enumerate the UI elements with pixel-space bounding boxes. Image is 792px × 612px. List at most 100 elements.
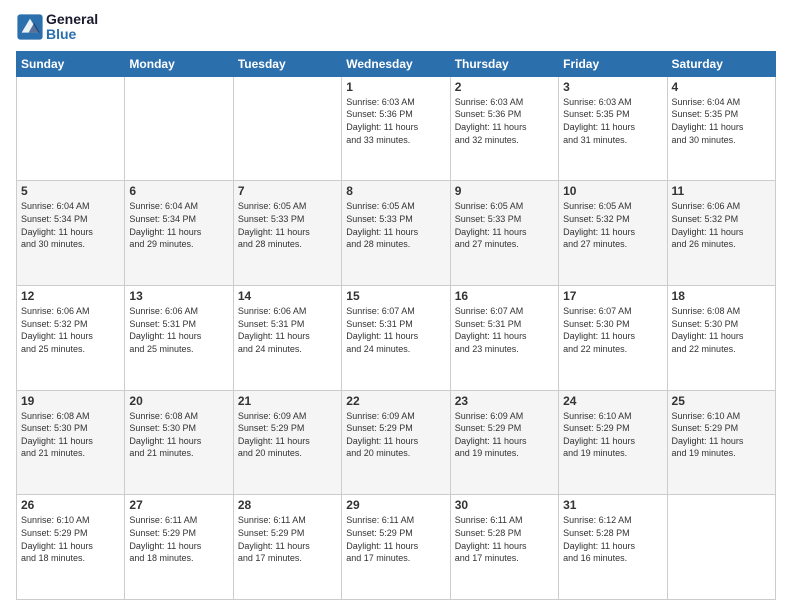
cell-info: Sunrise: 6:03 AMSunset: 5:35 PMDaylight:… — [563, 96, 662, 146]
daylight-hours: Daylight: 11 hours — [238, 330, 337, 343]
sun-time: and 25 minutes. — [129, 343, 228, 356]
calendar-cell: 21Sunrise: 6:09 AMSunset: 5:29 PMDayligh… — [233, 390, 341, 495]
sun-time: and 19 minutes. — [563, 447, 662, 460]
cell-info: Sunrise: 6:08 AMSunset: 5:30 PMDaylight:… — [21, 410, 120, 460]
sun-time: Sunset: 5:30 PM — [672, 318, 771, 331]
cell-info: Sunrise: 6:08 AMSunset: 5:30 PMDaylight:… — [129, 410, 228, 460]
cell-info: Sunrise: 6:05 AMSunset: 5:33 PMDaylight:… — [346, 200, 445, 250]
sun-time: and 27 minutes. — [455, 238, 554, 251]
sun-time: Sunrise: 6:08 AM — [21, 410, 120, 423]
day-number: 11 — [672, 184, 771, 198]
day-number: 26 — [21, 498, 120, 512]
sun-time: Sunrise: 6:07 AM — [563, 305, 662, 318]
calendar-week-3: 19Sunrise: 6:08 AMSunset: 5:30 PMDayligh… — [17, 390, 776, 495]
calendar-cell: 4Sunrise: 6:04 AMSunset: 5:35 PMDaylight… — [667, 76, 775, 181]
cell-info: Sunrise: 6:06 AMSunset: 5:32 PMDaylight:… — [21, 305, 120, 355]
daylight-hours: Daylight: 11 hours — [455, 226, 554, 239]
sun-time: and 31 minutes. — [563, 134, 662, 147]
day-number: 23 — [455, 394, 554, 408]
calendar-cell: 6Sunrise: 6:04 AMSunset: 5:34 PMDaylight… — [125, 181, 233, 286]
sun-time: Sunrise: 6:09 AM — [346, 410, 445, 423]
daylight-hours: Daylight: 11 hours — [563, 226, 662, 239]
sun-time: and 17 minutes. — [346, 552, 445, 565]
day-number: 5 — [21, 184, 120, 198]
sun-time: Sunset: 5:31 PM — [346, 318, 445, 331]
sun-time: Sunset: 5:30 PM — [563, 318, 662, 331]
cell-info: Sunrise: 6:05 AMSunset: 5:33 PMDaylight:… — [455, 200, 554, 250]
sun-time: Sunrise: 6:11 AM — [346, 514, 445, 527]
daylight-hours: Daylight: 11 hours — [455, 435, 554, 448]
daylight-hours: Daylight: 11 hours — [346, 540, 445, 553]
day-number: 10 — [563, 184, 662, 198]
col-header-saturday: Saturday — [667, 51, 775, 76]
sun-time: and 16 minutes. — [563, 552, 662, 565]
cell-info: Sunrise: 6:03 AMSunset: 5:36 PMDaylight:… — [455, 96, 554, 146]
daylight-hours: Daylight: 11 hours — [346, 330, 445, 343]
cell-info: Sunrise: 6:04 AMSunset: 5:34 PMDaylight:… — [21, 200, 120, 250]
calendar-cell: 22Sunrise: 6:09 AMSunset: 5:29 PMDayligh… — [342, 390, 450, 495]
sun-time: Sunrise: 6:10 AM — [563, 410, 662, 423]
cell-info: Sunrise: 6:07 AMSunset: 5:30 PMDaylight:… — [563, 305, 662, 355]
calendar-cell: 15Sunrise: 6:07 AMSunset: 5:31 PMDayligh… — [342, 286, 450, 391]
sun-time: and 18 minutes. — [21, 552, 120, 565]
calendar-cell: 7Sunrise: 6:05 AMSunset: 5:33 PMDaylight… — [233, 181, 341, 286]
sun-time: Sunset: 5:29 PM — [21, 527, 120, 540]
day-number: 29 — [346, 498, 445, 512]
calendar-cell: 16Sunrise: 6:07 AMSunset: 5:31 PMDayligh… — [450, 286, 558, 391]
day-number: 18 — [672, 289, 771, 303]
sun-time: Sunset: 5:29 PM — [346, 422, 445, 435]
sun-time: and 17 minutes. — [238, 552, 337, 565]
daylight-hours: Daylight: 11 hours — [21, 330, 120, 343]
daylight-hours: Daylight: 11 hours — [238, 226, 337, 239]
sun-time: and 30 minutes. — [21, 238, 120, 251]
cell-info: Sunrise: 6:09 AMSunset: 5:29 PMDaylight:… — [346, 410, 445, 460]
cell-info: Sunrise: 6:04 AMSunset: 5:34 PMDaylight:… — [129, 200, 228, 250]
col-header-friday: Friday — [559, 51, 667, 76]
calendar-cell: 27Sunrise: 6:11 AMSunset: 5:29 PMDayligh… — [125, 495, 233, 600]
sun-time: and 32 minutes. — [455, 134, 554, 147]
sun-time: Sunrise: 6:06 AM — [129, 305, 228, 318]
daylight-hours: Daylight: 11 hours — [21, 226, 120, 239]
sun-time: Sunset: 5:33 PM — [455, 213, 554, 226]
calendar-cell: 29 Sunrise: 6:11 AMSunset: 5:29 PMDayligh… — [342, 495, 450, 600]
daylight-hours: Daylight: 11 hours — [21, 435, 120, 448]
day-number: 25 — [672, 394, 771, 408]
calendar-cell: 14Sunrise: 6:06 AMSunset: 5:31 PMDayligh… — [233, 286, 341, 391]
cell-info: Sunrise: 6:06 AMSunset: 5:31 PMDaylight:… — [238, 305, 337, 355]
calendar-cell — [17, 76, 125, 181]
daylight-hours: Daylight: 11 hours — [672, 121, 771, 134]
logo-icon — [16, 13, 44, 41]
sun-time: and 18 minutes. — [129, 552, 228, 565]
sun-time: Sunset: 5:31 PM — [455, 318, 554, 331]
sun-time: Sunset: 5:36 PM — [346, 108, 445, 121]
calendar-cell: 8Sunrise: 6:05 AMSunset: 5:33 PMDaylight… — [342, 181, 450, 286]
cell-info: Sunrise: 6:11 AMSunset: 5:28 PMDaylight:… — [455, 514, 554, 564]
cell-info: Sunrise: 6:11 AMSunset: 5:29 PMDaylight:… — [346, 514, 445, 564]
col-header-tuesday: Tuesday — [233, 51, 341, 76]
calendar-cell: 18Sunrise: 6:08 AMSunset: 5:30 PMDayligh… — [667, 286, 775, 391]
daylight-hours: Daylight: 11 hours — [455, 121, 554, 134]
daylight-hours: Daylight: 11 hours — [129, 330, 228, 343]
calendar-table: SundayMondayTuesdayWednesdayThursdayFrid… — [16, 51, 776, 600]
cell-info: Sunrise: 6:10 AMSunset: 5:29 PMDaylight:… — [672, 410, 771, 460]
sun-time: Sunrise: 6:03 AM — [346, 96, 445, 109]
sun-time: Sunrise: 6:05 AM — [238, 200, 337, 213]
calendar-week-2: 12Sunrise: 6:06 AMSunset: 5:32 PMDayligh… — [17, 286, 776, 391]
sun-time: Sunrise: 6:11 AM — [238, 514, 337, 527]
sun-time: Sunset: 5:32 PM — [21, 318, 120, 331]
sun-time: Sunrise: 6:05 AM — [346, 200, 445, 213]
calendar-cell — [125, 76, 233, 181]
sun-time: Sunset: 5:29 PM — [238, 422, 337, 435]
daylight-hours: Daylight: 11 hours — [346, 226, 445, 239]
cell-info: Sunrise: 6:12 AMSunset: 5:28 PMDaylight:… — [563, 514, 662, 564]
calendar-cell: 23Sunrise: 6:09 AMSunset: 5:29 PMDayligh… — [450, 390, 558, 495]
sun-time: Sunrise: 6:04 AM — [672, 96, 771, 109]
calendar-cell: 9Sunrise: 6:05 AMSunset: 5:33 PMDaylight… — [450, 181, 558, 286]
sun-time: Sunrise: 6:07 AM — [455, 305, 554, 318]
sun-time: Sunrise: 6:03 AM — [455, 96, 554, 109]
day-number: 2 — [455, 80, 554, 94]
sun-time: Sunrise: 6:04 AM — [129, 200, 228, 213]
sun-time: Sunset: 5:30 PM — [129, 422, 228, 435]
sun-time: Sunset: 5:30 PM — [21, 422, 120, 435]
sun-time: Sunset: 5:29 PM — [129, 527, 228, 540]
